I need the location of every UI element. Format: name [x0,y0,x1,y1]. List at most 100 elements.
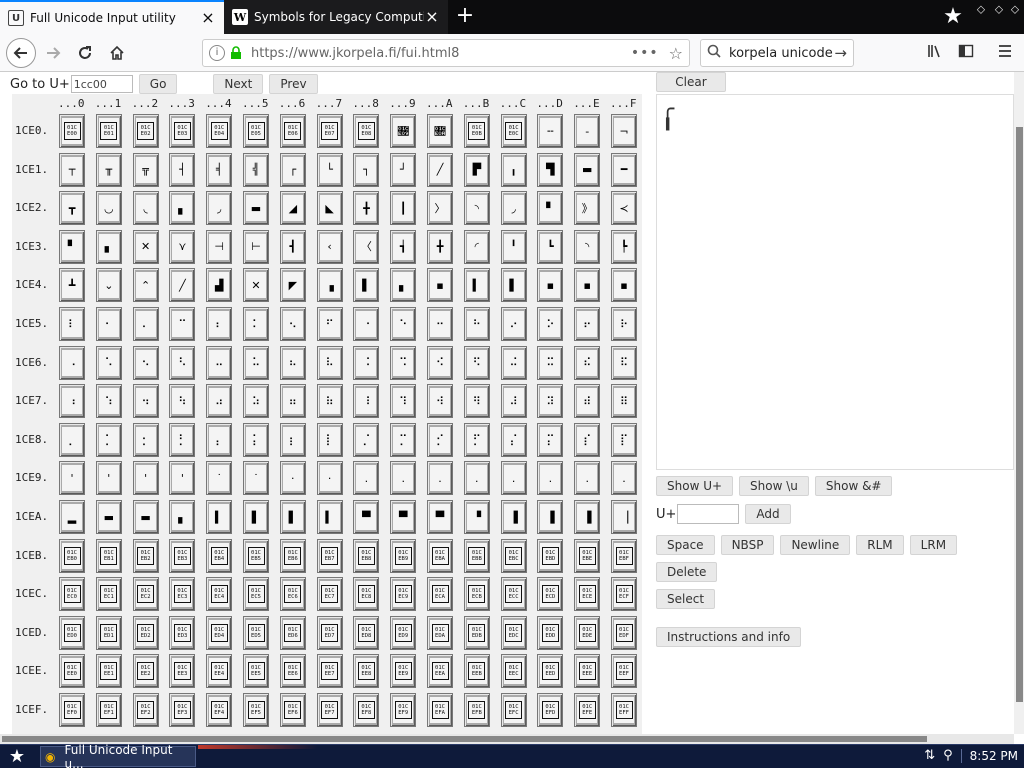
character-cell[interactable]: ⠢ [279,307,306,341]
character-cell[interactable]: ▪ [427,268,453,303]
character-cell[interactable]: ' [132,461,159,496]
character-cell[interactable]: ⠭ [537,345,564,380]
character-cell[interactable]: ⠧ [316,345,343,380]
character-cell[interactable]: ' [59,461,85,496]
character-cell[interactable]: ⠺ [427,384,453,419]
character-cell[interactable]: ⠋ [316,307,343,341]
character-cell[interactable]: ▍ [463,268,490,303]
character-cell[interactable]: ◞ [206,191,233,226]
character-cell[interactable]: ⠫ [463,345,490,380]
vertical-scrollbar[interactable] [1014,72,1024,734]
character-cell[interactable]: 01C EB5 [243,538,269,573]
character-cell[interactable]: ┬ [59,152,85,187]
character-cell[interactable]: 01C EBE [574,538,601,573]
character-cell[interactable]: 01C E0B [463,114,490,148]
character-cell[interactable]: ▖ [169,500,196,534]
character-cell[interactable]: 01C E0C [500,114,527,148]
close-window-icon[interactable]: ⬦ [1006,2,1024,17]
character-cell[interactable]: 01C EEF [611,654,637,689]
character-cell[interactable]: ━ [611,152,637,187]
character-cell[interactable]: ┤ [169,152,196,187]
character-cell[interactable]: ▬ [132,500,159,534]
character-cell[interactable]: 01C EB3 [169,538,196,573]
character-cell[interactable]: ⠤ [206,345,233,380]
character-cell[interactable]: 01C EF4 [206,693,233,727]
character-cell[interactable]: 01C EC5 [243,577,269,612]
show-uplus-button[interactable]: Show U+ [656,476,734,496]
character-cell[interactable]: ╹ [500,229,527,264]
character-cell[interactable]: 01C EFB [463,693,490,727]
character-cell[interactable]: ⊢ [243,229,269,264]
character-cell[interactable]: ⡅ [243,422,269,457]
character-cell[interactable]: ▂ [59,500,85,534]
character-cell[interactable]: ⠵ [243,384,269,419]
character-cell[interactable]: ⡋ [463,422,490,457]
character-cell[interactable]: 01C EDE [574,615,601,650]
character-cell[interactable]: ┌ [279,152,306,187]
character-cell[interactable]: ┡ [611,229,637,264]
character-cell[interactable]: 01C ED1 [95,615,122,650]
url-bar[interactable]: i https://www.jkorpela.fi/fui.html8 ••• … [202,39,690,67]
character-cell[interactable]: ▪ [574,268,601,303]
character-cell[interactable]: 01C EB9 [390,538,417,573]
character-cell[interactable]: ┫ [279,229,306,264]
reload-button[interactable] [70,38,100,68]
character-cell[interactable]: ╱ [169,268,196,303]
character-cell[interactable]: 01C EFD [537,693,564,727]
character-cell[interactable]: 01C EE9 [390,654,417,689]
character-cell[interactable]: 01C EEA [427,654,453,689]
bookmark-star-icon[interactable]: ★ [940,4,966,30]
character-cell[interactable]: ⡍ [537,422,564,457]
character-cell[interactable]: 𜸊 [427,114,453,148]
forward-button[interactable] [38,38,68,68]
character-cell[interactable]: 01C EB7 [316,538,343,573]
character-cell[interactable]: ┪ [390,229,417,264]
character-cell[interactable]: ⡈ [353,422,380,457]
character-cell[interactable]: 〈 [353,229,380,264]
character-cell[interactable]: ⠾ [574,384,601,419]
delete-button[interactable]: Delete [656,562,718,582]
character-cell[interactable]: ⠴ [206,384,233,419]
character-cell[interactable]: ▀ [390,500,417,534]
character-cell[interactable]: 01C EE0 [59,654,85,689]
character-cell[interactable]: ⠔ [500,307,527,341]
character-cell[interactable]: . [611,461,637,496]
show-backslash-u-button[interactable]: Show \u [739,476,809,496]
character-cell[interactable]: 01C E05 [243,114,269,148]
character-cell[interactable]: 01C EF9 [390,693,417,727]
character-cell[interactable]: ◣ [316,191,343,226]
character-cell[interactable]: ⠂ [95,307,122,341]
character-cell[interactable]: ▬ [574,152,601,187]
character-cell[interactable]: ◜ [463,229,490,264]
character-cell[interactable]: 01C EFA [427,693,453,727]
character-cell[interactable]: 01C EFF [611,693,637,727]
character-cell[interactable]: 01C ED5 [243,615,269,650]
character-cell[interactable]: ┘ [390,152,417,187]
character-cell[interactable]: 01C ECF [611,577,637,612]
character-cell[interactable]: ⠳ [169,384,196,419]
character-cell[interactable]: 01C EB1 [95,538,122,573]
character-cell[interactable]: ▌ [500,268,527,303]
rlm-button[interactable]: RLM [856,535,904,555]
network-icon[interactable]: ⇅ [924,748,935,763]
show-amp-hash-button[interactable]: Show &# [814,476,893,496]
character-cell[interactable]: ▪ [537,268,564,303]
character-cell[interactable]: 01C EF7 [316,693,343,727]
character-cell[interactable]: ⠉ [169,307,196,341]
character-cell[interactable]: 01C EDF [611,615,637,650]
character-cell[interactable]: 01C EEE [574,654,601,689]
character-cell[interactable]: 01C ED9 [390,615,417,650]
character-cell[interactable]: ⡂ [132,422,159,457]
character-cell[interactable]: 01C EE3 [169,654,196,689]
character-cell[interactable]: ▐ [537,500,564,534]
go-button[interactable]: Go [138,74,178,94]
character-cell[interactable]: 01C EE5 [243,654,269,689]
character-cell[interactable]: 01C ED6 [279,615,306,650]
character-cell[interactable]: ⠢ [132,345,159,380]
character-cell[interactable]: ▀ [427,500,453,534]
character-cell[interactable]: ▝ [463,500,490,534]
character-cell[interactable]: ⡃ [169,422,196,457]
newline-button[interactable]: Newline [780,535,851,555]
character-cell[interactable]: 01C E00 [59,114,85,148]
bookmark-icon[interactable]: ☆ [669,44,683,63]
